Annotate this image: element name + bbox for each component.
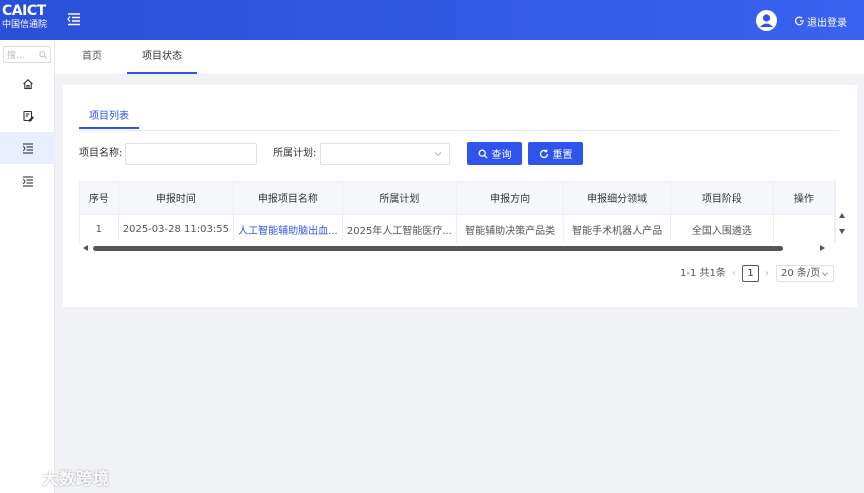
pagination-current-page[interactable]: 1 bbox=[742, 265, 759, 282]
logo-sub-text: 中国信通院 bbox=[2, 20, 48, 30]
list-indent-icon bbox=[22, 143, 33, 154]
column-header: 所属计划 bbox=[342, 182, 457, 215]
reset-button[interactable]: 重置 bbox=[528, 142, 583, 165]
menu-toggle-icon[interactable] bbox=[66, 11, 82, 27]
watermark-logo-icon bbox=[9, 468, 36, 483]
table-horizontal-scrollbar[interactable] bbox=[79, 243, 839, 253]
table-cell: 2025-03-28 11:03:55 bbox=[118, 214, 234, 243]
table-cell: 2025年人工智能医疗... bbox=[342, 214, 457, 243]
table-header-row: 序号 申报时间 申报项目名称 所属计划 申报方向 申报细分领域 项目阶段 操作 bbox=[80, 182, 835, 215]
table-cell: 智能辅助决策产品类 bbox=[456, 214, 565, 243]
table-cell: 1 bbox=[80, 214, 119, 243]
sidebar-item-project-status[interactable] bbox=[0, 132, 55, 164]
reset-button-label: 重置 bbox=[552, 150, 573, 161]
caict-logo[interactable]: CAICT 中国信通院 bbox=[2, 4, 54, 36]
table-cell bbox=[773, 214, 835, 243]
search-icon bbox=[39, 50, 47, 59]
tab-project-status[interactable]: 项目状态 bbox=[127, 40, 197, 74]
page-size-value: 20 条/页 bbox=[781, 268, 821, 279]
sidebar-search-placeholder: 搜... bbox=[7, 51, 25, 61]
watermark-text: 大数跨境 bbox=[42, 469, 111, 488]
logout-label: 退出登录 bbox=[807, 17, 847, 29]
tab-divider bbox=[79, 130, 839, 131]
user-avatar[interactable] bbox=[756, 10, 777, 31]
document-edit-icon bbox=[22, 110, 34, 122]
column-header: 申报方向 bbox=[456, 182, 565, 215]
table-cell: 全国入围遴选 bbox=[670, 214, 774, 243]
project-name-label: 项目名称: bbox=[79, 148, 123, 159]
project-name-link[interactable]: 人工智能辅助脑出血... bbox=[233, 214, 343, 243]
project-table: 序号 申报时间 申报项目名称 所属计划 申报方向 申报细分领域 项目阶段 操作 … bbox=[79, 181, 836, 243]
sidebar-item-document[interactable] bbox=[0, 100, 55, 132]
column-header: 申报项目名称 bbox=[233, 182, 343, 215]
plan-label: 所属计划: bbox=[273, 148, 317, 159]
plan-select[interactable] bbox=[320, 143, 450, 165]
table-cell: 智能手术机器人产品 bbox=[563, 214, 671, 243]
column-header: 申报时间 bbox=[118, 182, 234, 215]
sidebar-item-home[interactable] bbox=[0, 68, 55, 100]
column-header: 项目阶段 bbox=[670, 182, 774, 215]
tab-home[interactable]: 首页 bbox=[67, 40, 117, 74]
refresh-icon bbox=[539, 149, 548, 158]
pagination-prev-button[interactable]: ‹ bbox=[729, 267, 739, 281]
search-icon bbox=[478, 149, 487, 158]
project-name-input[interactable] bbox=[125, 143, 257, 165]
page-tabs-bar: 首页 项目状态 bbox=[55, 40, 864, 75]
query-button[interactable]: 查询 bbox=[467, 142, 522, 165]
home-icon bbox=[22, 79, 33, 90]
column-header: 序号 bbox=[80, 182, 119, 215]
pagination-total: 1-1 共1条 bbox=[680, 268, 726, 279]
logout-button[interactable]: 退出登录 bbox=[795, 13, 847, 29]
table-row: 1 2025-03-28 11:03:55 人工智能辅助脑出血... 2025年… bbox=[80, 214, 835, 243]
column-header: 申报细分领域 bbox=[563, 182, 671, 215]
project-list-card: 项目列表 项目名称: 所属计划: 查询 重置 序号 申报时间 申报项目名称 所属… bbox=[63, 85, 857, 307]
top-header: CAICT 中国信通院 退出登录 bbox=[0, 0, 864, 40]
sidebar: 搜... bbox=[0, 40, 55, 493]
chevron-down-icon bbox=[434, 152, 442, 157]
sidebar-search-input[interactable]: 搜... bbox=[3, 46, 51, 63]
list-indent-icon bbox=[22, 176, 33, 187]
page-size-select[interactable]: 20 条/页 bbox=[776, 265, 834, 282]
column-header: 操作 bbox=[773, 182, 835, 215]
chevron-down-icon bbox=[822, 272, 828, 277]
logo-main-text: CAICT bbox=[2, 3, 46, 19]
scrollbar-thumb[interactable] bbox=[93, 246, 783, 251]
pagination-next-button[interactable]: › bbox=[762, 267, 772, 281]
query-button-label: 查询 bbox=[491, 150, 512, 161]
watermark: 大数跨境 bbox=[8, 466, 118, 488]
logout-icon bbox=[795, 16, 804, 26]
tab-project-list[interactable]: 项目列表 bbox=[79, 105, 139, 129]
sidebar-item-list[interactable] bbox=[0, 165, 55, 197]
table-vertical-scrollbar[interactable] bbox=[835, 181, 849, 243]
